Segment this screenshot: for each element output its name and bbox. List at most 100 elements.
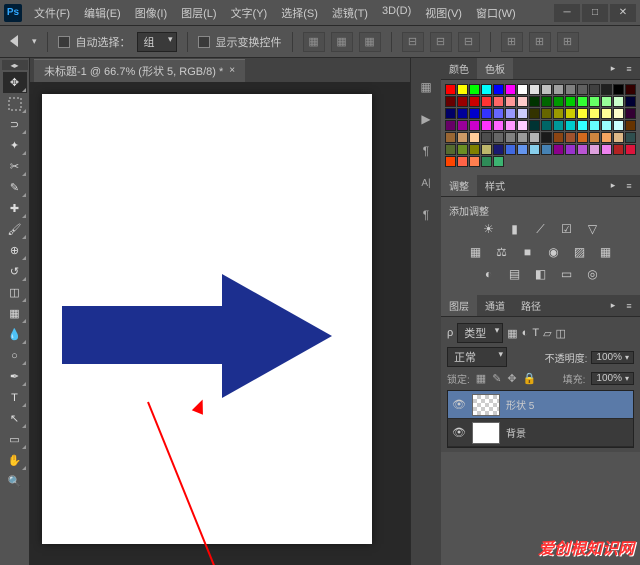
swatch[interactable]: [517, 120, 528, 131]
swatch[interactable]: [553, 96, 564, 107]
swatch[interactable]: [469, 144, 480, 155]
layer-thumbnail[interactable]: [472, 394, 500, 416]
gradient-tool[interactable]: ▦: [3, 303, 27, 324]
menu-layer[interactable]: 图层(L): [175, 3, 222, 23]
fill-value[interactable]: 100%: [591, 372, 634, 385]
photo-filter-icon[interactable]: ◉: [545, 245, 563, 259]
move-tool[interactable]: ✥: [3, 72, 27, 93]
brush-tool[interactable]: 🖌: [3, 219, 27, 240]
shape-tool[interactable]: ▭: [3, 429, 27, 450]
visibility-icon[interactable]: 👁: [452, 426, 466, 439]
swatch[interactable]: [529, 120, 540, 131]
swatch[interactable]: [529, 108, 540, 119]
swatch[interactable]: [445, 132, 456, 143]
swatch[interactable]: [445, 120, 456, 131]
swatch[interactable]: [517, 144, 528, 155]
swatch[interactable]: [457, 108, 468, 119]
exposure-icon[interactable]: ☑: [558, 222, 576, 237]
opacity-value[interactable]: 100%: [591, 351, 634, 364]
swatch[interactable]: [565, 120, 576, 131]
swatch[interactable]: [625, 120, 636, 131]
color-tab[interactable]: 颜色: [441, 58, 477, 79]
menu-window[interactable]: 窗口(W): [470, 3, 522, 23]
curves-icon[interactable]: ⟋: [532, 222, 550, 237]
swatch[interactable]: [481, 108, 492, 119]
swatch[interactable]: [457, 96, 468, 107]
swatch[interactable]: [601, 84, 612, 95]
gradient-map-icon[interactable]: ▭: [558, 267, 576, 281]
type-tool[interactable]: T: [3, 387, 27, 408]
align-button[interactable]: ▦: [331, 32, 353, 52]
swatch[interactable]: [589, 144, 600, 155]
eyedropper-tool[interactable]: ✎: [3, 177, 27, 198]
swatch[interactable]: [577, 144, 588, 155]
wand-tool[interactable]: ✦: [3, 135, 27, 156]
swatch[interactable]: [529, 84, 540, 95]
hue-icon[interactable]: ▦: [467, 245, 485, 259]
swatch[interactable]: [625, 108, 636, 119]
levels-icon[interactable]: ▮: [506, 222, 524, 237]
canvas-viewport[interactable]: [30, 82, 410, 565]
document-tab[interactable]: 未标题-1 @ 66.7% (形状 5, RGB/8) * ×: [34, 59, 245, 82]
swatch[interactable]: [469, 132, 480, 143]
paths-tab[interactable]: 路径: [513, 295, 549, 316]
swatch[interactable]: [553, 108, 564, 119]
swatch[interactable]: [529, 96, 540, 107]
filter-smart-icon[interactable]: ◫: [556, 327, 566, 340]
swatch[interactable]: [493, 120, 504, 131]
marquee-tool[interactable]: [3, 93, 27, 114]
swatch[interactable]: [529, 132, 540, 143]
swatch[interactable]: [493, 108, 504, 119]
layer-thumbnail[interactable]: [472, 422, 500, 444]
blur-tool[interactable]: 💧: [3, 324, 27, 345]
swatch[interactable]: [613, 84, 624, 95]
swatch[interactable]: [445, 96, 456, 107]
adjustments-tab[interactable]: 调整: [441, 175, 477, 196]
swatch[interactable]: [601, 96, 612, 107]
layers-tab[interactable]: 图层: [441, 295, 477, 316]
panel-menu-icon[interactable]: ≡: [622, 299, 636, 313]
swatch[interactable]: [601, 144, 612, 155]
history-brush-tool[interactable]: ↺: [3, 261, 27, 282]
menu-image[interactable]: 图像(I): [129, 3, 173, 23]
swatch[interactable]: [601, 132, 612, 143]
swatch[interactable]: [457, 132, 468, 143]
swatch[interactable]: [481, 156, 492, 167]
swatch[interactable]: [625, 144, 636, 155]
swatch[interactable]: [481, 96, 492, 107]
swatch[interactable]: [541, 108, 552, 119]
swatch[interactable]: [577, 84, 588, 95]
swatch[interactable]: [541, 120, 552, 131]
zoom-tool[interactable]: 🔍: [3, 471, 27, 492]
lock-all-icon[interactable]: 🔒: [523, 372, 537, 385]
crop-tool[interactable]: ✂: [3, 156, 27, 177]
maximize-button[interactable]: □: [582, 4, 608, 22]
kind-dropdown[interactable]: 类型: [457, 323, 503, 343]
swatch[interactable]: [553, 84, 564, 95]
invert-icon[interactable]: ◐: [480, 267, 498, 281]
layer-row[interactable]: 👁 形状 5: [448, 391, 633, 419]
swatch[interactable]: [541, 132, 552, 143]
lock-trans-icon[interactable]: ▦: [476, 372, 486, 385]
play-icon[interactable]: ▶: [416, 110, 436, 128]
minimize-button[interactable]: ─: [554, 4, 580, 22]
swatch[interactable]: [553, 144, 564, 155]
filter-icon[interactable]: ρ: [447, 327, 453, 339]
swatch[interactable]: [457, 144, 468, 155]
menu-3d[interactable]: 3D(D): [376, 3, 417, 23]
swatch[interactable]: [577, 108, 588, 119]
swatch[interactable]: [445, 156, 456, 167]
paragraph-panel-icon[interactable]: ¶: [416, 206, 436, 224]
swatch[interactable]: [589, 84, 600, 95]
swatch[interactable]: [565, 84, 576, 95]
panel-menu-icon[interactable]: ≡: [622, 179, 636, 193]
mixer-icon[interactable]: ▨: [571, 245, 589, 259]
bw-icon[interactable]: ■: [519, 245, 537, 259]
styles-tab[interactable]: 样式: [477, 175, 513, 196]
swatch[interactable]: [505, 120, 516, 131]
swatch[interactable]: [613, 144, 624, 155]
swatch[interactable]: [613, 132, 624, 143]
swatch[interactable]: [445, 108, 456, 119]
align-button[interactable]: ⊟: [458, 32, 480, 52]
swatch[interactable]: [577, 132, 588, 143]
